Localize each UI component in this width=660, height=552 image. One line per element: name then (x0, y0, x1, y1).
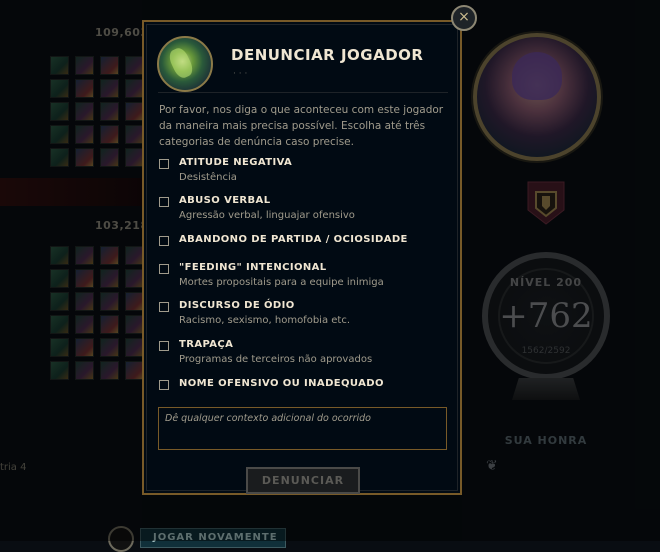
report-submit-button[interactable]: DENUNCIAR (246, 467, 360, 494)
checkbox[interactable] (159, 380, 169, 390)
option-description: Mortes propositais para a equipe inimiga (179, 277, 384, 288)
close-icon[interactable]: × (451, 5, 477, 31)
option-title: ATITUDE NEGATIVA (179, 157, 293, 168)
option-title: "FEEDING" INTENCIONAL (179, 262, 327, 273)
dialog-title: DENUNCIAR JOGADOR (231, 46, 424, 64)
option-title: ABANDONO DE PARTIDA / OCIOSIDADE (179, 234, 408, 245)
option-title: TRAPAÇA (179, 339, 234, 350)
checkbox[interactable] (159, 159, 169, 169)
checkbox[interactable] (159, 302, 169, 312)
dialog-instructions: Por favor, nos diga o que aconteceu com … (159, 104, 444, 148)
player-name: · · · (233, 69, 248, 79)
option-description: Desistência (179, 172, 237, 183)
divider (158, 92, 448, 93)
comment-placeholder: Dê qualquer contexto adicional do ocorri… (165, 413, 371, 424)
option-title: DISCURSO DE ÓDIO (179, 300, 295, 311)
option-description: Racismo, sexismo, homofobia etc. (179, 315, 351, 326)
comment-textarea[interactable]: Dê qualquer contexto adicional do ocorri… (158, 407, 447, 450)
checkbox[interactable] (159, 197, 169, 207)
checkbox[interactable] (159, 341, 169, 351)
option-description: Agressão verbal, linguajar ofensivo (179, 210, 355, 221)
checkbox[interactable] (159, 236, 169, 246)
option-title: ABUSO VERBAL (179, 195, 271, 206)
checkbox[interactable] (159, 264, 169, 274)
option-title: NOME OFENSIVO OU INADEQUADO (179, 378, 384, 389)
option-description: Programas de terceiros não aprovados (179, 354, 373, 365)
